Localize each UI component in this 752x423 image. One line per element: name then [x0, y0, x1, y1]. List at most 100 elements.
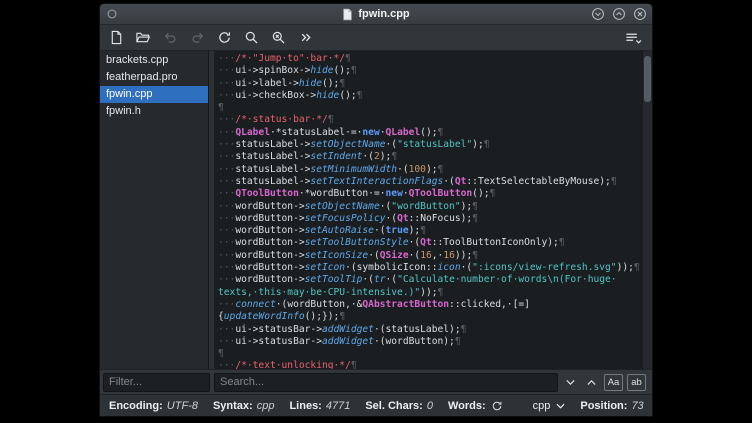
match-case-button[interactable]: Aa: [604, 374, 623, 391]
code-token: 16: [420, 250, 432, 261]
replace-button[interactable]: [266, 27, 290, 48]
undo-button[interactable]: [158, 27, 182, 48]
code-token: hide: [310, 65, 333, 76]
code-token: ¶: [339, 78, 345, 89]
search-next-button[interactable]: [562, 374, 579, 391]
code-token: setIconSize: [305, 250, 369, 261]
code-token: ::clicked,·[=]: [449, 299, 530, 310]
code-token: ·(: [362, 151, 374, 162]
featherpad-window: fpwin.cpp brackets.cppfeatherpad.profpwi…: [100, 4, 652, 416]
main-area: brackets.cppfeatherpad.profpwin.cppfpwin…: [100, 51, 652, 369]
code-token: ···: [218, 139, 235, 150]
code-token: ·*wordButton·=·: [299, 188, 386, 199]
code-token: ···: [218, 336, 235, 347]
whole-word-button[interactable]: ab: [627, 374, 646, 391]
pin-icon[interactable]: [106, 8, 118, 20]
code-token: ¶: [484, 139, 490, 150]
search-button[interactable]: [239, 27, 263, 48]
syntax-group: Syntax: cpp: [213, 400, 275, 412]
words-label: Words:: [448, 400, 486, 412]
code-token: setAutoRaise: [305, 225, 374, 236]
file-item-fpwin-cpp[interactable]: fpwin.cpp: [100, 86, 208, 103]
sel-chars-group: Sel. Chars: 0: [365, 400, 433, 412]
code-token: ::TextSelectableByMouse);: [466, 176, 610, 187]
code-token: tr: [374, 274, 386, 285]
code-editor[interactable]: ···/*·"Jump·to"·bar·*/¶···ui->spinBox->h…: [214, 51, 652, 369]
code-token: ();: [334, 65, 351, 76]
code-token: ¶: [455, 336, 461, 347]
code-token: );: [409, 225, 421, 236]
code-token: statusLabel->: [235, 176, 310, 187]
code-token: wordButton->: [235, 213, 304, 224]
code-token: ···: [218, 201, 235, 212]
code-line: ···wordButton->setToolTip·(tr·("Calculat…: [218, 274, 642, 286]
code-token: ();: [420, 127, 437, 138]
code-token: ···: [218, 53, 235, 64]
window-title: fpwin.cpp: [342, 8, 409, 21]
code-token: ···: [218, 114, 235, 125]
position-group: Position: 73: [580, 400, 643, 412]
editor-scrollbar[interactable]: [642, 51, 652, 369]
menu-button[interactable]: [618, 27, 648, 48]
file-item-featherpad-pro[interactable]: featherpad.pro: [100, 69, 208, 86]
new-file-button[interactable]: [104, 27, 128, 48]
code-token: ¶: [472, 250, 478, 261]
code-token: ·(: [368, 250, 380, 261]
minimize-button[interactable]: [591, 7, 605, 21]
code-token: wordButton->: [235, 274, 304, 285]
toolbar-overflow-button[interactable]: [293, 27, 317, 48]
code-line: ···ui->label->hide();¶: [218, 78, 642, 90]
code-token: ···: [218, 188, 235, 199]
code-token: ·(: [443, 176, 455, 187]
code-token: wordButton->: [235, 225, 304, 236]
word-count-refresh-button[interactable]: [491, 400, 503, 412]
code-token: ·(: [409, 237, 421, 248]
code-token: statusLabel->: [235, 151, 310, 162]
search-input[interactable]: [214, 373, 558, 392]
code-token: ·(: [397, 164, 409, 175]
code-line: ¶: [218, 102, 642, 114]
code-token: ¶: [461, 324, 467, 335]
code-token: ·(statusLabel);: [374, 324, 461, 335]
code-line: ···wordButton->setIconSize·(QSize·(16,·1…: [218, 250, 642, 262]
code-token: ···: [218, 299, 235, 310]
code-token: ···: [218, 213, 235, 224]
code-token: ui->spinBox->: [235, 65, 310, 76]
scrollbar-thumb[interactable]: [644, 56, 651, 102]
code-token: addWidget: [322, 336, 374, 347]
code-line: ···wordButton->setIcon·(symbolicIcon::ic…: [218, 262, 642, 274]
code-token: /*·"Jump·to"·bar·*/: [235, 53, 345, 64]
code-token: QToolButton: [409, 188, 473, 199]
code-token: );: [426, 164, 438, 175]
code-token: ui->label->: [235, 78, 299, 89]
open-file-button[interactable]: [131, 27, 155, 48]
sel-chars-label: Sel. Chars:: [365, 400, 422, 412]
redo-button[interactable]: [185, 27, 209, 48]
code-token: ·(: [374, 225, 386, 236]
code-token: ·(: [461, 262, 473, 273]
code-token: Qt: [455, 176, 467, 187]
code-token: setMinimumWidth: [310, 164, 397, 175]
search-prev-button[interactable]: [583, 374, 600, 391]
code-token: ();: [339, 90, 356, 101]
reload-button[interactable]: [212, 27, 236, 48]
maximize-button[interactable]: [612, 7, 626, 21]
code-line: ···ui->checkBox->hide();¶: [218, 90, 642, 102]
code-token: ·(: [409, 250, 421, 261]
code-token: ui->statusBar->: [235, 336, 322, 347]
filter-input[interactable]: [103, 373, 210, 392]
file-item-fpwin-h[interactable]: fpwin.h: [100, 103, 208, 120]
code-token: ···: [218, 65, 235, 76]
syntax-label: Syntax:: [213, 400, 253, 412]
close-button[interactable]: [633, 7, 647, 21]
code-line: ···QToolButton·*wordButton·=·new·QToolBu…: [218, 188, 642, 200]
code-area[interactable]: ···/*·"Jump·to"·bar·*/¶···ui->spinBox->h…: [214, 51, 642, 369]
file-item-brackets-cpp[interactable]: brackets.cpp: [100, 52, 208, 69]
code-token: Qt: [420, 237, 432, 248]
code-token: QAbstractButton: [362, 299, 449, 310]
titlebar[interactable]: fpwin.cpp: [100, 4, 652, 25]
code-token: ¶: [472, 201, 478, 212]
syntax-combo[interactable]: cpp: [533, 400, 566, 412]
code-token: ·(: [386, 213, 398, 224]
search-cell: Aa ab: [213, 373, 652, 392]
